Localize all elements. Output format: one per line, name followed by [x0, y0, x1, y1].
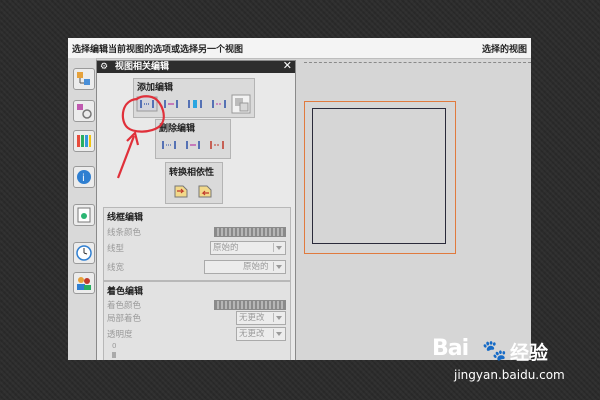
- gear-icon[interactable]: ⚙: [100, 61, 108, 73]
- view-dependent-edit-dialog: ⚙ 视图相关编辑 ✕ 添加编辑 删除编辑 转换相依性 线框编辑 线条颜色 线型 …: [96, 60, 296, 360]
- wireframe-title: 线框编辑: [107, 213, 144, 223]
- wireframe-edit-section: 线框编辑 线条颜色 线型 原始的 线宽 原始的: [103, 207, 291, 281]
- transparency-slider-handle[interactable]: [112, 352, 116, 358]
- resource-bar: i: [68, 58, 97, 360]
- edit-section-view-background-button[interactable]: [231, 94, 251, 114]
- slider-zero-label: 0: [112, 342, 117, 350]
- cad-window: 选择编辑当前视图的选项或选择另一个视图 选择的视图 i ⚙ 视图相关编辑 ✕ 添…: [68, 38, 531, 360]
- chevron-down-icon: [273, 262, 284, 271]
- convert-dependency-group: 转换相依性: [165, 162, 223, 204]
- status-bar: 选择编辑当前视图的选项或选择另一个视图 选择的视图: [68, 38, 531, 59]
- baidu-logo-text: Bai: [432, 336, 469, 361]
- delete-selected-modification-button[interactable]: [182, 137, 204, 153]
- history-clock-icon[interactable]: [73, 242, 95, 264]
- chevron-down-icon: [273, 243, 284, 252]
- shade-color-swatch[interactable]: [214, 300, 286, 310]
- line-type-select[interactable]: 原始的: [210, 241, 286, 255]
- convert-dependency-label: 转换相依性: [169, 168, 215, 178]
- svg-text:i: i: [82, 173, 85, 184]
- view-geometry-rectangle[interactable]: [312, 108, 446, 244]
- add-edit-label: 添加编辑: [137, 83, 174, 93]
- local-shade-label: 局部着色: [107, 314, 142, 324]
- shade-color-label: 着色颜色: [107, 301, 142, 311]
- local-shade-select[interactable]: 无更改: [236, 311, 286, 325]
- status-selection: 选择的视图: [481, 45, 527, 55]
- model-to-view-button[interactable]: [172, 182, 190, 200]
- erase-objects-button[interactable]: [136, 96, 158, 112]
- delete-all-modifications-button[interactable]: [206, 137, 228, 153]
- baidu-jingyan-watermark: Bai 🐾 经验 jingyan.baidu.com: [420, 334, 570, 390]
- assembly-navigator-icon[interactable]: [73, 68, 95, 90]
- shading-title: 着色编辑: [107, 287, 144, 297]
- line-width-label: 线宽: [107, 263, 125, 273]
- local-shade-value: 无更改: [239, 313, 265, 323]
- dialog-title-bar: ⚙ 视图相关编辑 ✕: [97, 60, 295, 73]
- history-palette-icon[interactable]: [73, 204, 95, 226]
- edit-entire-object-button[interactable]: [160, 96, 182, 112]
- jingyan-logo-text: 经验: [510, 342, 549, 364]
- paw-icon: 🐾: [482, 338, 507, 362]
- delete-selected-erase-button[interactable]: [158, 137, 180, 153]
- transparency-label: 透明度: [107, 330, 133, 340]
- transparency-select[interactable]: 无更改: [236, 327, 286, 341]
- part-navigator-icon[interactable]: [73, 100, 95, 122]
- line-color-label: 线条颜色: [107, 228, 142, 238]
- line-color-swatch[interactable]: [214, 227, 286, 237]
- delete-edit-group: 删除编辑: [155, 119, 231, 159]
- line-width-value: 原始的: [243, 262, 269, 272]
- chevron-down-icon: [273, 313, 284, 322]
- watermark-url: jingyan.baidu.com: [454, 368, 565, 382]
- edit-object-segments-button[interactable]: [208, 96, 230, 112]
- transparency-value: 无更改: [239, 329, 265, 339]
- status-prompt: 选择编辑当前视图的选项或选择另一个视图: [72, 45, 244, 55]
- delete-edit-label: 删除编辑: [159, 124, 196, 134]
- graphics-window-border: [304, 62, 531, 63]
- reuse-library-icon[interactable]: [73, 130, 95, 152]
- edit-shaded-object-button[interactable]: [184, 96, 206, 112]
- close-icon[interactable]: ✕: [283, 60, 292, 72]
- dialog-title: 视图相关编辑: [115, 62, 170, 72]
- web-browser-icon[interactable]: i: [73, 166, 95, 188]
- line-width-select[interactable]: 原始的: [204, 260, 286, 274]
- line-type-value: 原始的: [213, 243, 239, 253]
- add-edit-group: 添加编辑: [133, 78, 255, 118]
- roles-icon[interactable]: [73, 272, 95, 294]
- shading-edit-section: 着色编辑 着色颜色 局部着色 无更改 透明度 无更改 0: [103, 281, 291, 360]
- chevron-down-icon: [273, 329, 284, 338]
- line-type-label: 线型: [107, 244, 125, 254]
- view-to-model-button[interactable]: [196, 182, 214, 200]
